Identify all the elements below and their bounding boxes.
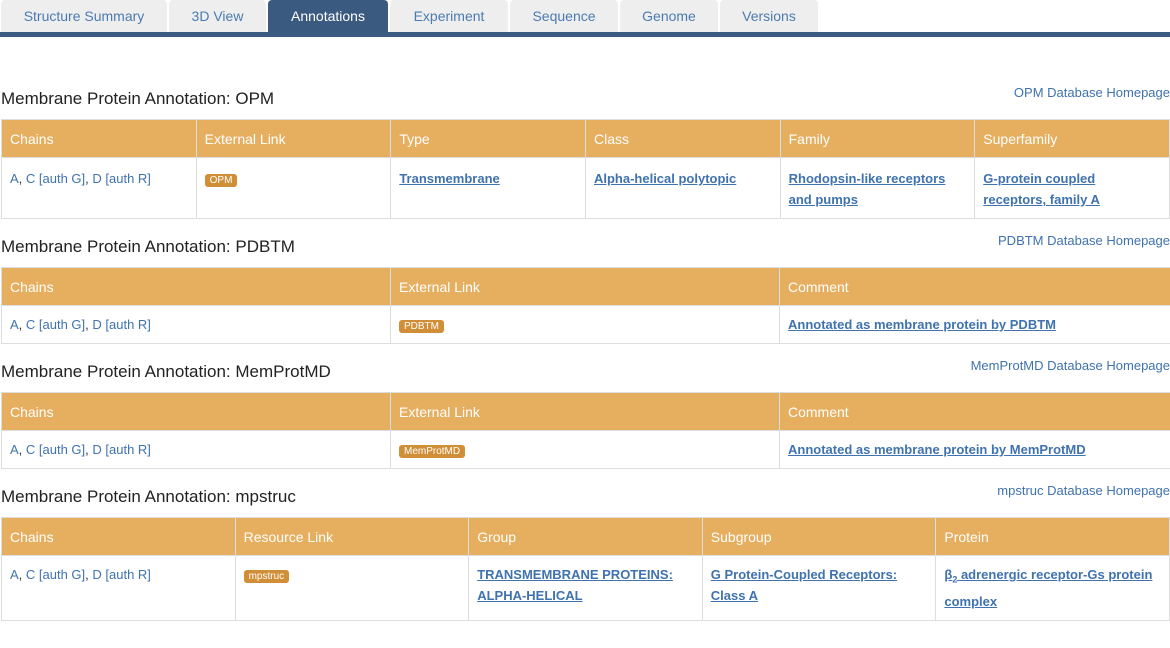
column-header: Comment [779,392,1170,431]
comment-link[interactable]: Annotated as membrane protein by MemProt… [788,442,1086,457]
tab-sequence[interactable]: Sequence [510,0,618,32]
table-header-row: Chains External Link Comment [1,392,1170,431]
subgroup-cell: G Protein-Coupled Receptors: Class A [701,555,937,621]
mpstruc-table: Chains Resource Link Group Subgroup Prot… [1,517,1170,621]
column-header: External Link [390,267,780,306]
pdbtm-table: Chains External Link Comment A, C [auth … [1,267,1170,344]
external-link-cell: MemProtMD [390,430,780,469]
opm-homepage-link[interactable]: OPM Database Homepage [1014,85,1170,100]
section-title: Membrane Protein Annotation: MemProtMD [1,362,331,381]
comment-cell: Annotated as membrane protein by MemProt… [779,430,1170,469]
tab-3d-view[interactable]: 3D View [169,0,266,32]
separator: , [18,567,26,582]
protein-cell: β2 adrenergic receptor-Gs protein comple… [935,555,1170,621]
chain-link[interactable]: D [auth R] [92,567,151,582]
opm-table: Chains External Link Type Class Family S… [1,119,1170,219]
table-row: A, C [auth G], D [auth R] OPM Transmembr… [1,157,1170,219]
chain-link[interactable]: D [auth R] [92,317,151,332]
chains-cell: A, C [auth G], D [auth R] [1,430,391,469]
chain-link[interactable]: A [10,567,19,582]
memprotmd-badge-link[interactable]: MemProtMD [399,445,466,458]
pdbtm-badge-link[interactable]: PDBTM [399,320,444,333]
tab-experiment[interactable]: Experiment [390,0,508,32]
external-link-cell: PDBTM [390,305,780,344]
mpstruc-section: Membrane Protein Annotation: mpstruc mps… [0,469,1170,621]
chain-link[interactable]: A [10,442,19,457]
column-header: Chains [1,517,236,556]
table-row: A, C [auth G], D [auth R] PDBTM Annotate… [1,305,1170,344]
chain-link[interactable]: C [auth G] [26,317,85,332]
column-header: External Link [195,119,392,158]
superfamily-cell: G-protein coupled receptors, family A [974,157,1170,219]
table-row: A, C [auth G], D [auth R] MemProtMD Anno… [1,430,1170,469]
external-link-cell: OPM [195,157,392,219]
chains-cell: A, C [auth G], D [auth R] [1,555,236,621]
memprotmd-table: Chains External Link Comment A, C [auth … [1,392,1170,469]
group-cell: TRANSMEMBRANE PROTEINS: ALPHA-HELICAL [468,555,703,621]
subgroup-link[interactable]: G Protein-Coupled Receptors: Class A [711,567,897,603]
section-title: Membrane Protein Annotation: PDBTM [1,237,295,256]
chain-link[interactable]: A [10,317,19,332]
opm-section: Membrane Protein Annotation: OPM OPM Dat… [0,85,1170,219]
separator: , [18,442,26,457]
superfamily-link[interactable]: G-protein coupled receptors, family A [983,171,1100,207]
table-row: A, C [auth G], D [auth R] mpstruc TRANSM… [1,555,1170,621]
column-header: Chains [1,392,391,431]
pdbtm-section: Membrane Protein Annotation: PDBTM PDBTM… [0,219,1170,344]
column-header: Chains [1,267,391,306]
chain-link[interactable]: D [auth R] [92,442,151,457]
column-header: Protein [935,517,1170,556]
column-header: External Link [390,392,780,431]
chains-cell: A, C [auth G], D [auth R] [1,157,197,219]
resource-link-cell: mpstruc [234,555,470,621]
chain-link[interactable]: C [auth G] [26,567,85,582]
memprotmd-homepage-link[interactable]: MemProtMD Database Homepage [971,358,1170,373]
protein-link[interactable]: β2 adrenergic receptor-Gs protein comple… [944,567,1152,609]
memprotmd-section: Membrane Protein Annotation: MemProtMD M… [0,344,1170,469]
separator: , [18,317,26,332]
mpstruc-badge-link[interactable]: mpstruc [243,570,290,583]
class-link[interactable]: Alpha-helical polytopic [594,171,736,186]
section-title: Membrane Protein Annotation: mpstruc [1,487,296,506]
chain-link[interactable]: C [auth G] [26,171,85,186]
tab-versions[interactable]: Versions [720,0,818,32]
type-cell: Transmembrane [390,157,586,219]
column-header: Chains [1,119,197,158]
family-link[interactable]: Rhodopsin-like receptors and pumps [789,171,946,207]
opm-badge-link[interactable]: OPM [204,174,238,187]
section-title: Membrane Protein Annotation: OPM [1,89,275,108]
chain-link[interactable]: A [10,171,19,186]
tab-annotations[interactable]: Annotations [268,0,388,32]
family-cell: Rhodopsin-like receptors and pumps [779,157,976,219]
column-header: Family [779,119,976,158]
tab-structure-summary[interactable]: Structure Summary [1,0,167,32]
comment-cell: Annotated as membrane protein by PDBTM [779,305,1170,344]
chain-link[interactable]: D [auth R] [92,171,151,186]
pdbtm-homepage-link[interactable]: PDBTM Database Homepage [998,233,1170,248]
group-link[interactable]: TRANSMEMBRANE PROTEINS: ALPHA-HELICAL [477,567,673,603]
column-header: Resource Link [234,517,470,556]
class-cell: Alpha-helical polytopic [584,157,781,219]
protein-name: adrenergic receptor-Gs protein complex [944,567,1153,609]
column-header: Subgroup [701,517,937,556]
table-header-row: Chains External Link Type Class Family S… [1,119,1170,158]
mpstruc-homepage-link[interactable]: mpstruc Database Homepage [997,483,1170,498]
column-header: Type [390,119,586,158]
chain-link[interactable]: C [auth G] [26,442,85,457]
table-header-row: Chains Resource Link Group Subgroup Prot… [1,517,1170,556]
chains-cell: A, C [auth G], D [auth R] [1,305,391,344]
tab-bar: Structure Summary 3D View Annotations Ex… [0,0,1170,37]
tab-genome[interactable]: Genome [620,0,718,32]
comment-link[interactable]: Annotated as membrane protein by PDBTM [788,317,1056,332]
type-link[interactable]: Transmembrane [399,171,499,186]
column-header: Superfamily [974,119,1170,158]
column-header: Group [468,517,703,556]
table-header-row: Chains External Link Comment [1,267,1170,306]
separator: , [18,171,26,186]
column-header: Class [584,119,781,158]
column-header: Comment [779,267,1170,306]
